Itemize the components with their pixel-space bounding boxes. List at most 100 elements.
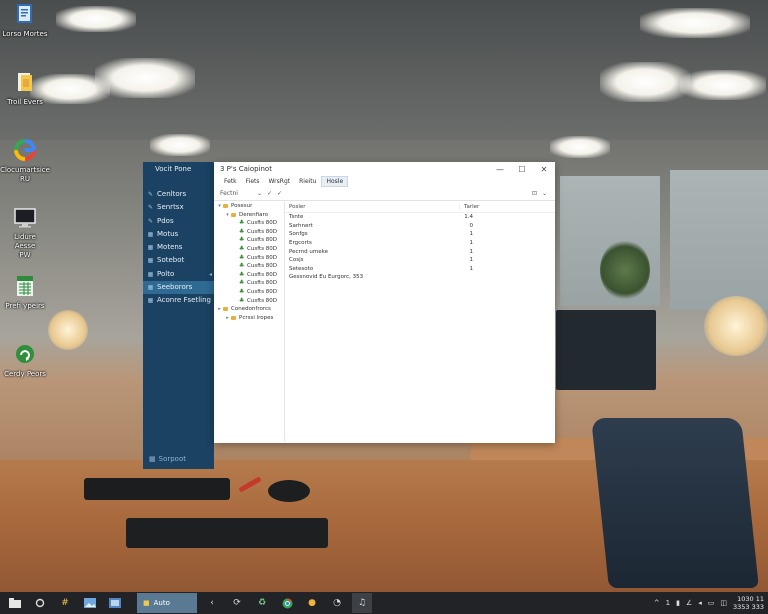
tree-leaf-item[interactable]: ♣ Cusfts 80D xyxy=(214,236,284,245)
sidebar-item-sotebot[interactable]: ▦ Sotebot xyxy=(143,254,214,267)
desktop-icons: Lorso Mortes Troil Evers Clocumartsice R… xyxy=(0,2,50,410)
tree-leaf-item[interactable]: ♣ Cusfts 80D xyxy=(214,279,284,288)
chevron-up-icon[interactable]: ^ xyxy=(654,599,660,607)
table-row[interactable]: Sonfgs 1 xyxy=(285,230,555,239)
chevron-left-icon[interactable]: ‹ xyxy=(202,593,222,613)
start-icon[interactable] xyxy=(5,593,25,613)
music-icon[interactable]: ♫ xyxy=(352,593,372,613)
table-row[interactable]: Cosjs 1 xyxy=(285,256,555,265)
close-button[interactable]: ✕ xyxy=(533,165,555,174)
desktop-icon-cerdy-peors[interactable]: Cerdy Peors xyxy=(4,342,46,396)
network-icon[interactable]: ◫ xyxy=(720,599,727,607)
tree-leaf-item[interactable]: ♣ Cusfts 80D xyxy=(214,219,284,228)
table-header: Posler Tarler xyxy=(285,202,555,213)
sidebar-item-pdos[interactable]: ✎ Pdos xyxy=(143,215,214,228)
tree-leaf-item[interactable]: ♣ Cusfts 80D xyxy=(214,271,284,280)
tree-folder-item[interactable]: ▸ Conedonfrorcs xyxy=(214,305,284,314)
menu-item-fetk[interactable]: Fetk xyxy=(220,177,241,186)
refresh-icon[interactable]: ⟳ xyxy=(227,593,247,613)
file-explorer-icon[interactable] xyxy=(105,593,125,613)
office-window xyxy=(670,170,768,310)
sidebar-item-cenltors[interactable]: ✎ Cenltors xyxy=(143,188,214,201)
taskbar-app-auto[interactable]: ■ Auto xyxy=(137,593,197,613)
check-icon[interactable]: ✓ xyxy=(267,190,272,197)
sidebar-item-motus[interactable]: ▦ Motus xyxy=(143,228,214,241)
column-header-value[interactable]: Tarler xyxy=(460,204,484,210)
grid-icon: ▦ xyxy=(147,257,154,265)
expand-toggle-icon[interactable]: ▾ xyxy=(216,202,223,211)
table-row[interactable]: Gessnovid Eu Eurgorc, 353 xyxy=(285,273,555,282)
desktop-icon-clocumartsice[interactable]: Clocumartsice RU xyxy=(0,138,50,192)
table-row[interactable]: Tsnte 1.4 xyxy=(285,213,555,222)
desktop-icon-prefi-ypeirs[interactable]: Prefi ypeirs xyxy=(4,274,46,328)
clock[interactable]: 1030 11 3353 333 xyxy=(733,595,764,611)
taskbar-app-label: Auto xyxy=(153,599,170,607)
expand-toggle-icon[interactable]: ▸ xyxy=(224,314,231,323)
nav-icon: ✎ xyxy=(147,217,154,225)
check-icon[interactable]: ✓ xyxy=(277,190,282,197)
desktop-icon-lorso-mortes[interactable]: Lorso Mortes xyxy=(3,2,48,56)
column-header-name[interactable]: Posler xyxy=(285,204,460,210)
menu-item-wrsrgt[interactable]: WrsRgt xyxy=(265,177,295,186)
leaf-icon: ♣ xyxy=(239,279,245,287)
sidebar-footer-label: Sorpoot xyxy=(158,455,186,463)
table-row[interactable]: Sarhnert 0 xyxy=(285,222,555,231)
grid-icon: ▦ xyxy=(147,230,154,238)
browser-icon[interactable]: ● xyxy=(302,593,322,613)
recycle-icon[interactable]: ♻ xyxy=(252,593,272,613)
volume-icon[interactable]: ◂ xyxy=(698,599,702,607)
desktop-icon-lidure-aesse[interactable]: Lidure Aesse PW xyxy=(4,206,46,260)
menu-item-rieitu[interactable]: Rieitu xyxy=(295,177,320,186)
settings-icon[interactable]: ⊡ xyxy=(532,190,537,197)
tree-folder-item[interactable]: ▸ Pcrssi lropes xyxy=(214,314,284,323)
table-row[interactable]: Pecrnd umeke 1 xyxy=(285,247,555,256)
leaf-icon: ♣ xyxy=(239,219,245,227)
sidebar-support[interactable]: ▦ Sorpoot xyxy=(149,455,186,463)
system-tray: ^ 1 ▮ ∠ ◂ ▭ ◫ 1030 11 3353 333 xyxy=(654,592,764,614)
chevron-down-icon[interactable]: ⌄ xyxy=(257,190,262,197)
app-grid-icon[interactable]: # xyxy=(55,593,75,613)
menu-item-fiets[interactable]: Fiets xyxy=(242,177,264,186)
tree-folder-item[interactable]: ▾ Derenfiaro xyxy=(214,211,284,220)
desktop-icon-troil-evers[interactable]: Troil Evers xyxy=(4,70,46,124)
table-row[interactable]: Ergcorts 1 xyxy=(285,239,555,248)
office-monitor xyxy=(556,310,656,390)
clock-icon[interactable]: ◔ xyxy=(327,593,347,613)
wifi-icon[interactable]: ▮ xyxy=(676,599,680,607)
tree-leaf-item[interactable]: ♣ Cusfts 80D xyxy=(214,254,284,263)
ceiling-light xyxy=(56,6,136,32)
chevron-down-icon[interactable]: ⌄ xyxy=(542,190,547,197)
sidebar-item-label: Aconre Fsetling xyxy=(157,296,211,305)
expand-toggle-icon[interactable]: ▾ xyxy=(224,211,231,220)
tree-leaf-item[interactable]: ♣ Cusfts 80D xyxy=(214,288,284,297)
tree-leaf-item[interactable]: ♣ Cusfts 80D xyxy=(214,245,284,254)
table-row[interactable]: Setesoto 1 xyxy=(285,265,555,274)
minimize-button[interactable]: — xyxy=(489,165,511,174)
tree-leaf-item[interactable]: ♣ Cusfts 80D xyxy=(214,297,284,306)
row-name: Pecrnd umeke xyxy=(289,248,329,255)
desk-lamp xyxy=(48,310,88,350)
row-value: 1 xyxy=(469,248,474,255)
sidebar-item-aconre-fsetling[interactable]: ▦ Aconre Fsetling xyxy=(143,294,214,307)
bluetooth-icon[interactable]: ∠ xyxy=(686,599,692,607)
row-name: Tsnte xyxy=(289,214,304,221)
tree-leaf-item[interactable]: ♣ Cusfts 80D xyxy=(214,262,284,271)
sidebar-item-label: Polto xyxy=(157,269,175,278)
image-icon[interactable] xyxy=(80,593,100,613)
sidebar-item-seeborors[interactable]: ▦ Seeborors xyxy=(143,281,214,295)
menu-item-hosle[interactable]: Hosle xyxy=(321,176,349,187)
sidebar-item-senrtsx[interactable]: ✎ Senrtsx xyxy=(143,201,214,214)
row-name: Sonfgs xyxy=(289,231,308,238)
desktop-icon-label: Clocumartsice RU xyxy=(0,166,50,183)
battery-icon[interactable]: ▭ xyxy=(708,599,715,607)
chrome-icon[interactable] xyxy=(277,593,297,613)
maximize-button[interactable]: ☐ xyxy=(511,165,533,174)
tree-leaf-item[interactable]: ♣ Cusfts 80D xyxy=(214,228,284,237)
leaf-icon: ♣ xyxy=(239,253,245,261)
sidebar-item-motens[interactable]: ▦ Motens xyxy=(143,241,214,254)
search-icon[interactable] xyxy=(30,593,50,613)
recycle-icon xyxy=(14,342,36,366)
sidebar-item-polto[interactable]: ▦ Polto ◂ xyxy=(143,268,214,281)
tree-folder-item[interactable]: ▾ Posesur xyxy=(214,202,284,211)
expand-toggle-icon[interactable]: ▸ xyxy=(216,305,223,314)
